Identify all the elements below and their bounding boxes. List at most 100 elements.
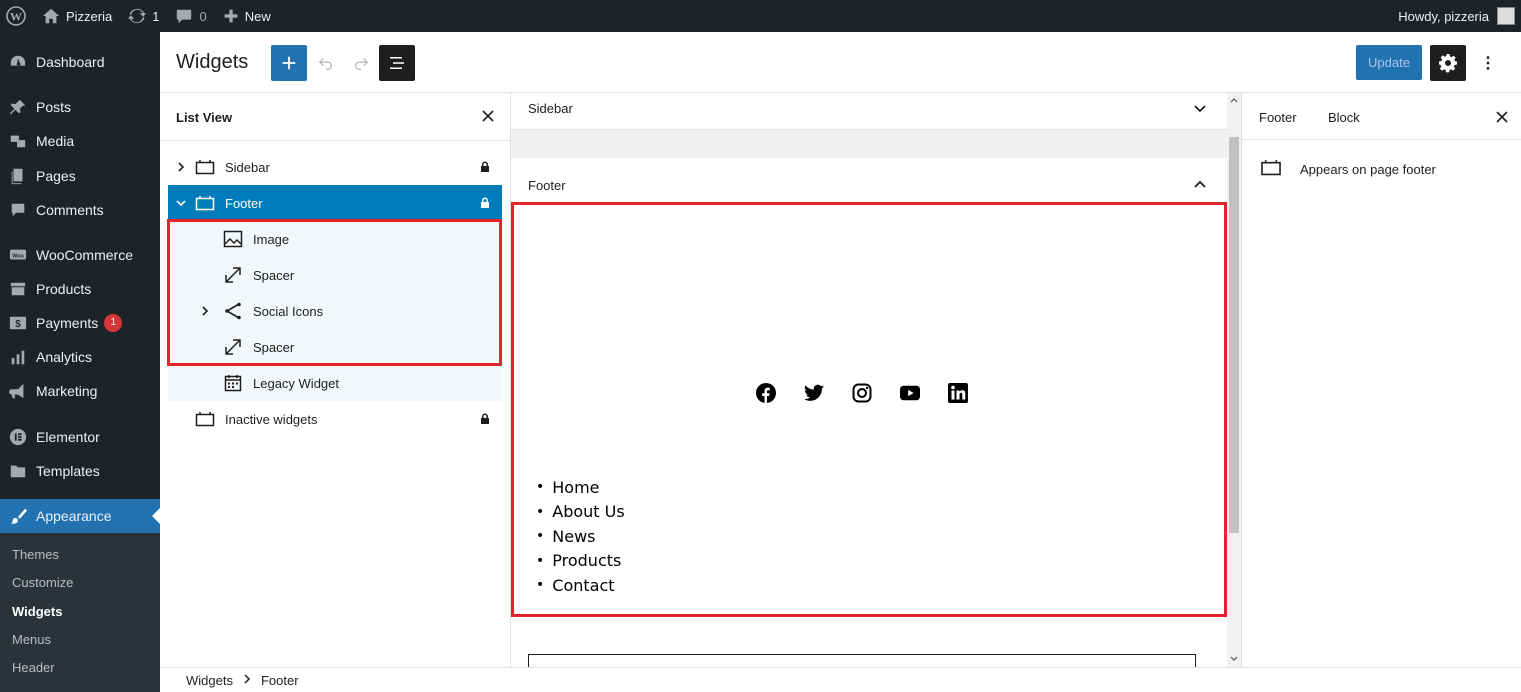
updates-link[interactable]: 1 [120, 0, 167, 32]
submenu-header[interactable]: Header [12, 660, 55, 675]
close-settings-button[interactable] [1492, 107, 1512, 127]
wordpress-logo-button[interactable]: W [0, 0, 34, 32]
nav-link-news[interactable]: News [536, 524, 625, 549]
settings-button[interactable] [1430, 45, 1466, 81]
menu-item-media[interactable]: Media [0, 124, 160, 158]
chevron-up-icon[interactable] [1191, 176, 1209, 194]
menu-item-marketing[interactable]: Marketing [0, 374, 160, 408]
list-view-button[interactable] [379, 45, 415, 81]
lock-icon [479, 197, 491, 209]
chevron-down-icon[interactable] [175, 197, 187, 209]
widget-area-icon [194, 192, 216, 214]
submenu-themes[interactable]: Themes [12, 547, 59, 562]
scroll-down-arrow-icon[interactable] [1230, 655, 1238, 663]
menu-label: Products [36, 281, 92, 297]
instagram-icon[interactable] [852, 383, 872, 403]
options-button[interactable] [1476, 51, 1500, 75]
scroll-thumb[interactable] [1229, 137, 1239, 533]
updates-count: 1 [152, 8, 160, 24]
footer-widget-area[interactable]: Home About Us News Products Contact [511, 202, 1227, 617]
sidebar-area-title: Sidebar [528, 101, 573, 116]
nav-link-products[interactable]: Products [536, 549, 625, 574]
update-button[interactable]: Update [1356, 45, 1422, 80]
sidebar-area-header[interactable]: Sidebar [511, 93, 1227, 130]
facebook-icon[interactable] [756, 383, 776, 403]
canvas-scrollbar[interactable] [1227, 93, 1241, 667]
menu-item-woocommerce[interactable]: Woo WooCommerce [0, 238, 160, 272]
menu-item-elementor[interactable]: Elementor [0, 420, 160, 454]
chevron-right-icon[interactable] [175, 161, 187, 173]
menu-item-appearance[interactable]: Appearance [0, 499, 160, 533]
list-item-legacy-widget[interactable]: Legacy Widget [168, 365, 502, 401]
tab-footer[interactable]: Footer [1259, 110, 1297, 125]
settings-sidebar: Footer Block Appears on page footer [1241, 93, 1521, 667]
menu-item-posts[interactable]: Posts [0, 90, 160, 124]
twitter-icon[interactable] [804, 383, 824, 403]
list-item-footer[interactable]: Footer [168, 185, 502, 221]
site-name-link[interactable]: Pizzeria [34, 0, 120, 32]
breadcrumb-root[interactable]: Widgets [186, 673, 233, 688]
footer-area-header[interactable]: Footer [511, 158, 1227, 202]
scroll-up-arrow-icon[interactable] [1230, 96, 1238, 104]
next-block-outline[interactable] [528, 654, 1196, 667]
add-block-button[interactable] [271, 45, 307, 81]
list-item-label: Footer [225, 195, 263, 211]
undo-button[interactable] [314, 51, 338, 75]
nav-link-about[interactable]: About Us [536, 500, 624, 525]
dollar-icon: $ [8, 313, 28, 333]
menu-item-pages[interactable]: Pages [0, 159, 160, 193]
new-label: New [244, 8, 271, 24]
area-separator [511, 130, 1227, 158]
new-content-link[interactable]: New [215, 0, 279, 32]
menu-item-products[interactable]: Products [0, 272, 160, 306]
social-icons-block[interactable] [756, 383, 968, 403]
widget-area-icon [1260, 159, 1282, 179]
menu-item-templates[interactable]: Templates [0, 454, 160, 488]
menu-item-analytics[interactable]: Analytics [0, 340, 160, 374]
pages-icon [8, 166, 28, 186]
list-view-header: List View [160, 93, 510, 141]
submenu-customize[interactable]: Customize [12, 575, 73, 590]
close-list-view-button[interactable] [478, 106, 498, 126]
chevron-right-icon [243, 673, 251, 687]
svg-text:W: W [10, 10, 22, 24]
list-view-icon [390, 57, 404, 69]
linkedin-icon[interactable] [948, 383, 968, 403]
comment-icon [8, 200, 28, 220]
redo-button[interactable] [349, 51, 373, 75]
comments-link[interactable]: 0 [167, 0, 214, 32]
menu-label: Comments [36, 202, 104, 218]
submenu-widgets[interactable]: Widgets [12, 604, 62, 619]
lock-icon [479, 161, 491, 173]
list-item-inactive-widgets[interactable]: Inactive widgets [168, 401, 502, 437]
redo-icon [354, 58, 369, 70]
editor-header: Widgets Update [160, 32, 1521, 93]
footer-navigation-list: Home About Us News Products Contact [536, 475, 625, 598]
menu-item-dashboard[interactable]: Dashboard [0, 45, 160, 79]
tab-block[interactable]: Block [1328, 110, 1360, 125]
menu-label: Media [36, 133, 75, 149]
nav-link-home[interactable]: Home [536, 475, 625, 500]
youtube-icon[interactable] [900, 383, 920, 403]
avatar[interactable] [1497, 7, 1515, 25]
submenu-menus[interactable]: Menus [12, 632, 51, 647]
calendar-icon [222, 372, 244, 394]
list-item-sidebar[interactable]: Sidebar [168, 149, 502, 185]
menu-label: Templates [36, 463, 100, 479]
menu-item-payments[interactable]: $ Payments 1 [0, 306, 160, 340]
footer-area-title: Footer [528, 178, 566, 193]
nav-link-label: News [552, 526, 596, 546]
breadcrumb-current[interactable]: Footer [261, 673, 299, 688]
menu-label: Appearance [36, 508, 112, 524]
menu-label: Elementor [36, 429, 100, 445]
user-greeting[interactable]: Howdy, pizzeria [1398, 9, 1489, 24]
menu-label: Analytics [36, 349, 93, 365]
page-title: Widgets [176, 51, 249, 73]
folder-icon [8, 461, 28, 481]
chevron-down-icon[interactable] [1191, 99, 1209, 117]
undo-icon [318, 58, 333, 70]
menu-item-comments[interactable]: Comments [0, 193, 160, 227]
nav-link-contact[interactable]: Contact [536, 573, 625, 598]
appearance-submenu: Themes Customize Widgets Menus Header [0, 533, 160, 692]
woocommerce-icon: Woo [8, 245, 28, 265]
